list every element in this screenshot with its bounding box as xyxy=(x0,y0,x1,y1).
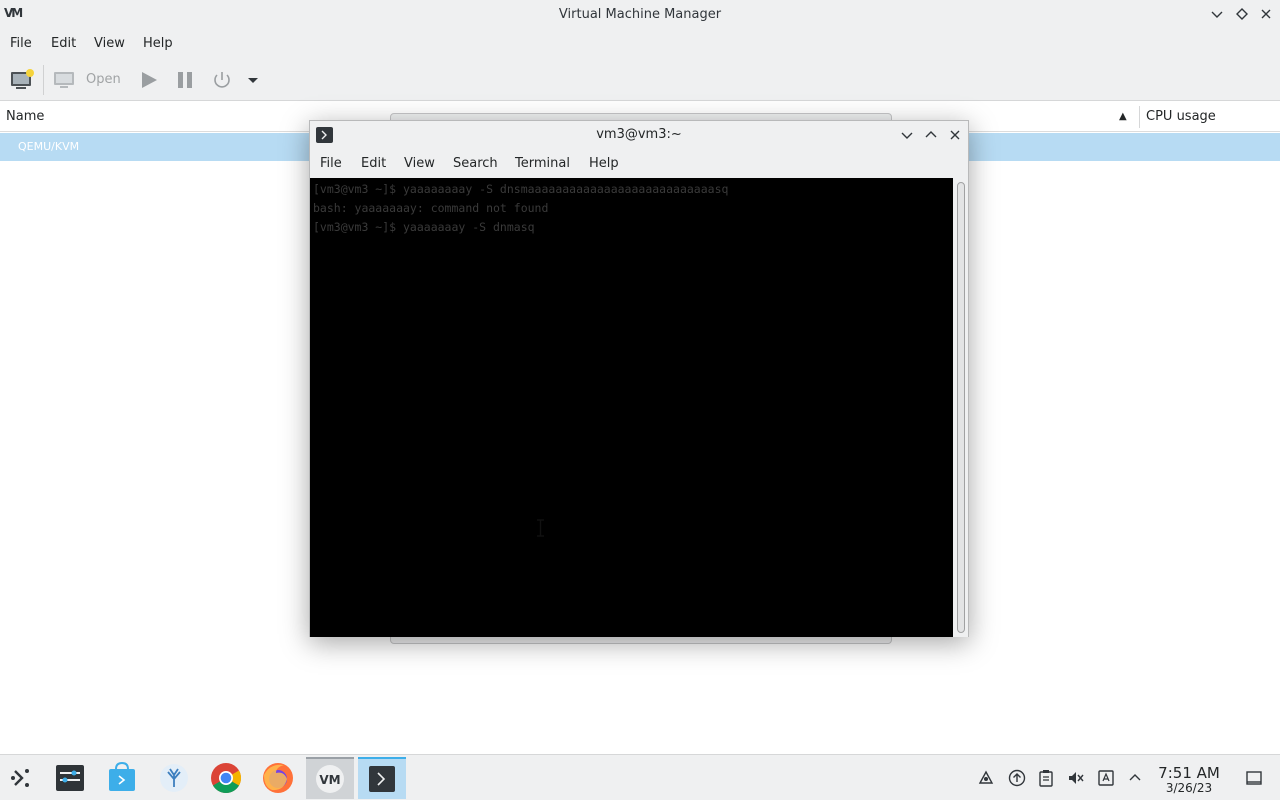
terminal-maximize-icon[interactable] xyxy=(922,126,940,144)
shutdown-dropdown-button[interactable] xyxy=(244,67,262,93)
menu-edit[interactable]: Edit xyxy=(51,29,76,59)
dropdown-arrow-icon xyxy=(248,78,258,83)
new-vm-icon xyxy=(11,69,34,89)
menu-help[interactable]: Help xyxy=(143,29,173,59)
text-cursor-icon xyxy=(536,519,545,537)
clipboard-icon[interactable] xyxy=(1037,769,1055,787)
system-settings-icon xyxy=(56,765,84,791)
virt-manager-icon: VM xyxy=(316,765,344,793)
chrome-icon xyxy=(211,763,242,794)
monitor-icon xyxy=(54,72,74,88)
virt-manager-logo: VM xyxy=(4,6,23,20)
clock-date[interactable]: 3/26/23 xyxy=(1150,781,1228,795)
app-launcher-button[interactable] xyxy=(0,757,48,799)
terminal-menubar: File Edit View Search Terminal Help xyxy=(310,149,968,178)
menu-view[interactable]: View xyxy=(94,29,125,59)
tray-expand-icon[interactable] xyxy=(1126,769,1144,787)
sort-ascending-icon: ▲ xyxy=(1119,111,1127,122)
open-label: Open xyxy=(86,72,121,87)
discover-store-icon xyxy=(109,761,135,791)
konsole-icon xyxy=(369,766,395,792)
konsole-task[interactable] xyxy=(358,757,406,799)
play-icon xyxy=(142,72,157,88)
connection-label: QEMU/KVM xyxy=(18,140,80,153)
pause-button[interactable] xyxy=(176,67,196,93)
firefox-task[interactable] xyxy=(254,757,302,799)
system-settings-task[interactable] xyxy=(46,757,94,799)
vmm-titlebar: VM Virtual Machine Manager xyxy=(0,0,1280,29)
keyboard-layout-icon[interactable] xyxy=(1097,769,1115,787)
updates-icon[interactable] xyxy=(1008,769,1026,787)
taskbar: VM 7:51 AM 3/26/23 xyxy=(0,754,1280,800)
toolbar-separator xyxy=(43,65,44,95)
terminal-menu-terminal[interactable]: Terminal xyxy=(515,149,570,178)
power-icon xyxy=(214,72,230,88)
terminal-title: vm3@vm3:~ xyxy=(596,127,682,142)
toolbar: Open xyxy=(0,59,1280,101)
terminal-line: bash: yaaaaaaay: command not found xyxy=(313,201,549,215)
column-header-cpu-usage[interactable]: CPU usage xyxy=(1146,102,1216,132)
terminal-minimize-icon[interactable] xyxy=(898,126,916,144)
plasma-icon xyxy=(160,764,188,792)
menubar: File Edit View Help xyxy=(0,29,1280,59)
window-title: Virtual Machine Manager xyxy=(558,7,722,22)
minimize-icon[interactable] xyxy=(1208,5,1226,23)
terminal-scrollbar[interactable] xyxy=(953,178,968,637)
terminal-menu-file[interactable]: File xyxy=(320,149,342,178)
terminal-line: [vm3@vm3 ~]$ yaaaaaaay -S dnmasq xyxy=(313,220,535,234)
svg-text:VM: VM xyxy=(319,773,340,787)
menu-file[interactable]: File xyxy=(10,29,32,59)
pause-icon xyxy=(178,72,192,88)
run-button[interactable] xyxy=(140,67,160,93)
open-button[interactable]: Open xyxy=(52,67,124,93)
kde-connect-icon[interactable] xyxy=(977,769,995,787)
terminal-line: [vm3@vm3 ~]$ yaaaaaaaay -S dnsmaaaaaaaaa… xyxy=(313,182,729,196)
plasma-task[interactable] xyxy=(150,757,198,799)
column-header-name[interactable]: Name xyxy=(6,102,44,132)
new-vm-button[interactable] xyxy=(9,67,35,93)
terminal-close-icon[interactable] xyxy=(946,126,964,144)
terminal-window: vm3@vm3:~ File Edit View Search Terminal… xyxy=(309,120,969,637)
terminal-output[interactable]: [vm3@vm3 ~]$ yaaaaaaaay -S dnsmaaaaaaaaa… xyxy=(310,178,953,637)
terminal-app-icon xyxy=(316,127,333,143)
discover-task[interactable] xyxy=(98,757,146,799)
close-icon[interactable] xyxy=(1257,5,1275,23)
terminal-menu-view[interactable]: View xyxy=(404,149,435,178)
app-launcher-icon xyxy=(11,769,29,787)
maximize-icon[interactable] xyxy=(1233,5,1251,23)
virt-manager-task[interactable]: VM xyxy=(306,757,354,799)
scrollbar-thumb[interactable] xyxy=(957,182,965,633)
volume-muted-icon[interactable] xyxy=(1067,769,1085,787)
terminal-menu-search[interactable]: Search xyxy=(453,149,498,178)
chrome-task[interactable] xyxy=(202,757,250,799)
terminal-titlebar[interactable]: vm3@vm3:~ xyxy=(310,121,968,149)
terminal-menu-help[interactable]: Help xyxy=(589,149,619,178)
terminal-menu-edit[interactable]: Edit xyxy=(361,149,386,178)
clock-time[interactable]: 7:51 AM xyxy=(1150,764,1228,782)
show-desktop-icon[interactable] xyxy=(1245,769,1263,787)
column-separator[interactable] xyxy=(1139,106,1140,128)
firefox-icon xyxy=(263,763,293,793)
shutdown-button[interactable] xyxy=(211,67,233,93)
